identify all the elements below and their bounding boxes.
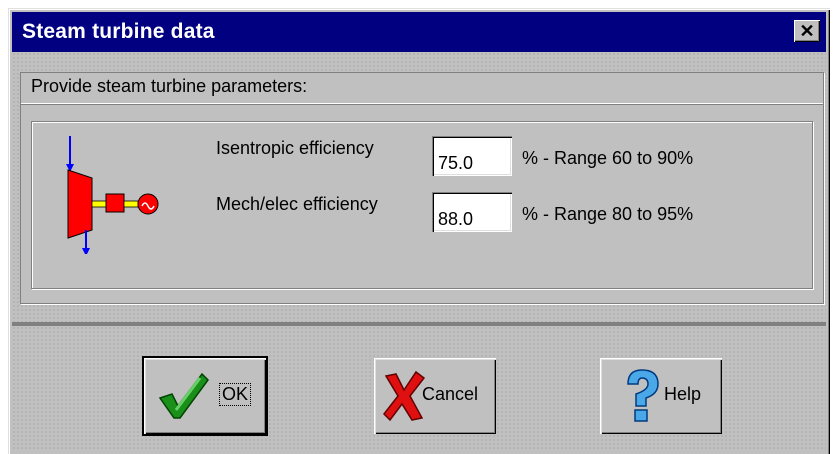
help-label: Help [664, 384, 702, 404]
mech-elec-efficiency-range: % - Range 80 to 95% [522, 204, 694, 224]
close-button[interactable]: ✕ [794, 20, 820, 42]
ok-label: OK [218, 383, 252, 406]
help-button[interactable]: Help [600, 358, 722, 434]
mech-elec-efficiency-field[interactable] [432, 192, 512, 232]
cancel-button[interactable]: Cancel [374, 358, 496, 434]
isentropic-efficiency-range: % - Range 60 to 90% [522, 148, 694, 168]
cancel-label: Cancel [422, 384, 479, 404]
steam-turbine-icon [66, 136, 159, 254]
red-x-icon [383, 370, 426, 422]
parameters-panel: Isentropic efficiency % - Range 60 to 90… [31, 121, 813, 289]
parameters-group: Provide steam turbine parameters: Isentr… [20, 72, 824, 304]
window-title: Steam turbine data [22, 20, 215, 43]
question-mark-icon [627, 369, 659, 422]
group-label: Provide steam turbine parameters: [21, 73, 823, 104]
ok-button[interactable]: OK [142, 356, 268, 436]
title-bar: Steam turbine data ✕ [12, 12, 826, 52]
isentropic-efficiency-field[interactable] [432, 136, 512, 176]
checkmark-icon [158, 372, 209, 419]
steam-turbine-dialog: Steam turbine data ✕ Provide steam turbi… [8, 8, 830, 454]
isentropic-efficiency-label: Isentropic efficiency [216, 138, 374, 158]
mech-elec-efficiency-label: Mech/elec efficiency [216, 194, 378, 214]
